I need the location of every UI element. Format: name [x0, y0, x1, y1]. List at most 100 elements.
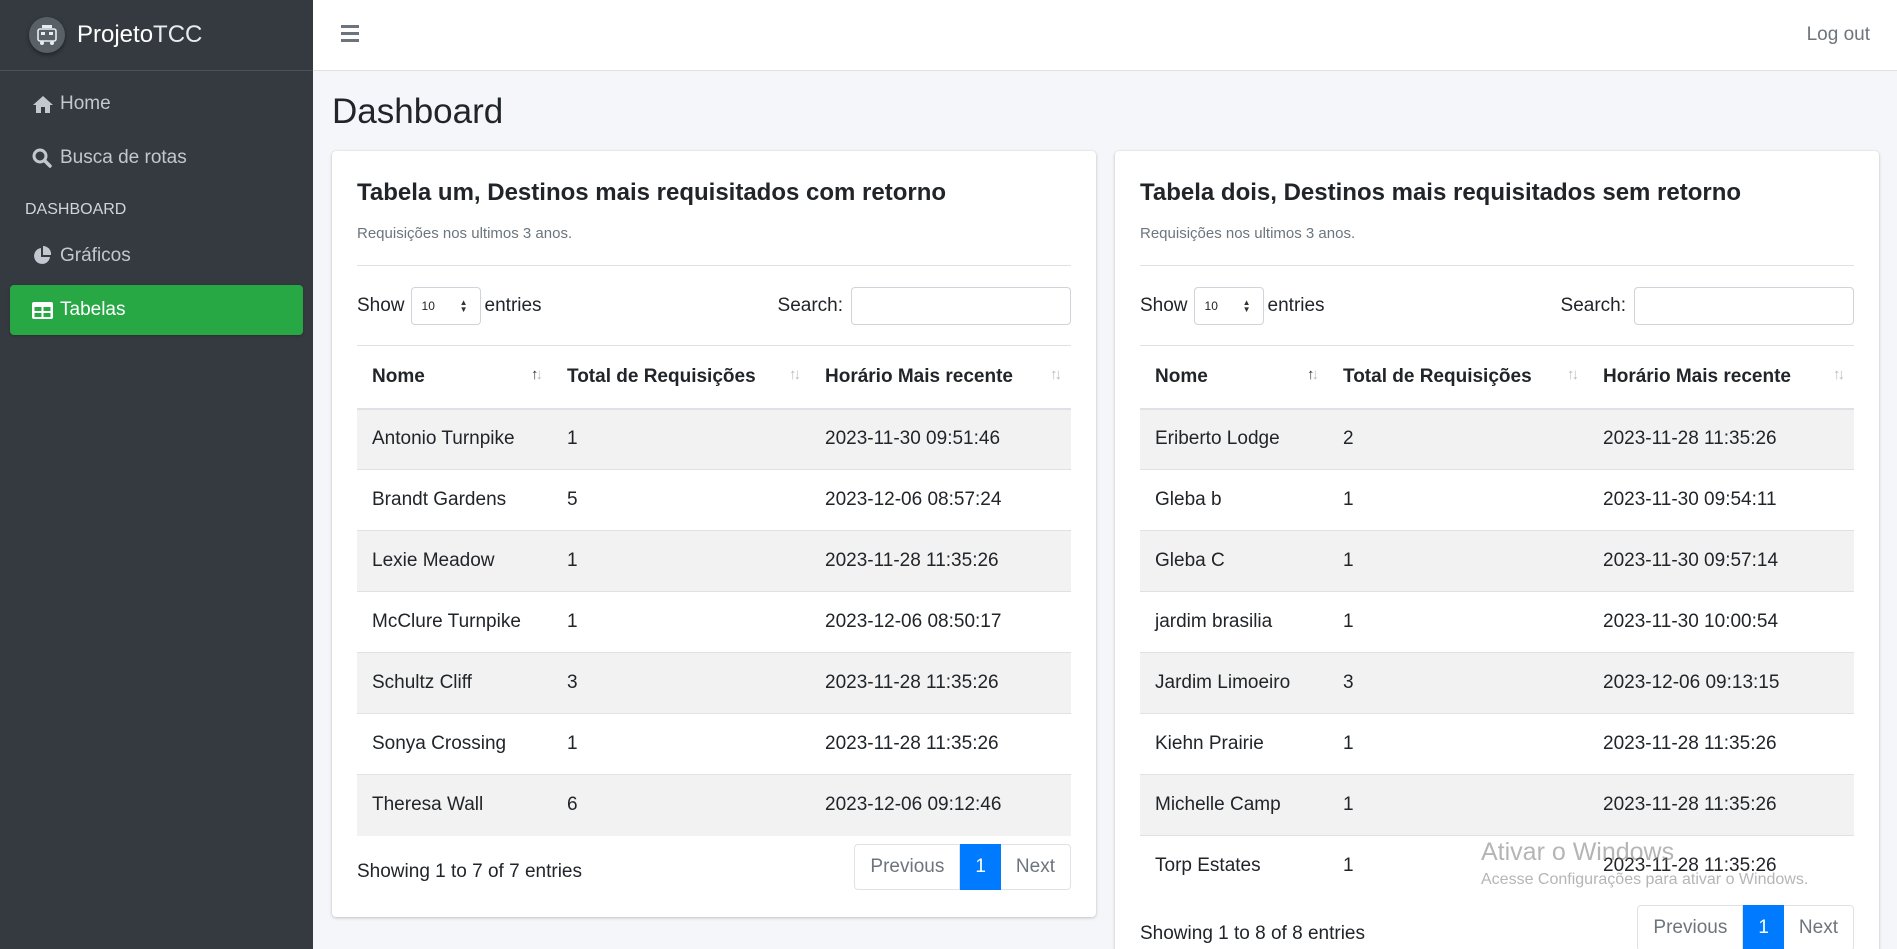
- table-row: Schultz Cliff 3 2023-11-28 11:35:26: [357, 652, 1071, 714]
- sidebar-item-home[interactable]: Home: [10, 79, 303, 129]
- cell-total: 1: [1328, 774, 1588, 836]
- cell-total: 1: [1328, 530, 1588, 592]
- table-header-row: Nome ↑↓ Total de Requisições ↑↓ Horário Ma…: [357, 345, 1071, 410]
- table-info: Showing 1 to 8 of 8 entries: [1140, 923, 1365, 944]
- search-label: Search:: [1560, 295, 1626, 316]
- table-row: Jardim Limoeiro 3 2023-12-06 09:13:15: [1140, 652, 1854, 714]
- entries-select[interactable]: 10 ▲ ▼: [1193, 287, 1264, 325]
- table-card-2: Tabela dois, Destinos mais requisitados …: [1115, 151, 1879, 949]
- brand-name-bold: Projeto: [77, 21, 154, 48]
- table-row: Antonio Turnpike 1 2023-11-30 09:51:46: [357, 408, 1071, 470]
- search-control: Search:: [1561, 287, 1854, 325]
- cell-horario: 2023-11-28 11:35:26: [810, 652, 1071, 714]
- search-input[interactable]: [851, 287, 1071, 325]
- cell-nome: Jardim Limoeiro: [1140, 652, 1328, 714]
- cell-horario: 2023-11-28 11:35:26: [1588, 713, 1854, 775]
- cell-horario: 2023-11-28 11:35:26: [1588, 408, 1854, 470]
- cell-nome: Theresa Wall: [357, 774, 552, 836]
- cell-nome: Gleba C: [1140, 530, 1328, 592]
- sidebar: ProjetoTCC Home Busca de rotas DASHBOARD…: [0, 0, 313, 949]
- search-icon: [32, 147, 56, 169]
- previous-button[interactable]: Previous: [854, 844, 961, 890]
- cell-total: 1: [552, 408, 810, 470]
- select-arrows-icon: ▲ ▼: [1242, 298, 1251, 314]
- column-header-horario[interactable]: Horário Mais recente ↑↓: [1588, 345, 1854, 410]
- cell-total: 1: [1328, 835, 1588, 897]
- cell-total: 1: [1328, 469, 1588, 531]
- cell-nome: Kiehn Prairie: [1140, 713, 1328, 775]
- column-header-total[interactable]: Total de Requisições ↑↓: [1328, 345, 1588, 410]
- next-button[interactable]: Next: [1000, 844, 1071, 890]
- cell-nome: McClure Turnpike: [357, 591, 552, 653]
- search-control: Search:: [778, 287, 1071, 325]
- logout-link[interactable]: Log out: [1807, 24, 1870, 46]
- sidebar-item-graficos[interactable]: Gráficos: [10, 231, 303, 281]
- table-row: Brandt Gardens 5 2023-12-06 08:57:24: [357, 469, 1071, 531]
- card-title: Tabela um, Destinos mais requisitados co…: [357, 179, 947, 206]
- entries-select[interactable]: 10 ▲ ▼: [410, 287, 481, 325]
- sidebar-item-tabelas[interactable]: Tabelas: [10, 285, 303, 335]
- table-row: Lexie Meadow 1 2023-11-28 11:35:26: [357, 530, 1071, 592]
- select-arrows-icon: ▲ ▼: [459, 298, 468, 314]
- column-header-nome[interactable]: Nome ↑↓: [1140, 345, 1328, 410]
- cell-horario: 2023-11-30 09:54:11: [1588, 469, 1854, 531]
- brand[interactable]: ProjetoTCC: [0, 0, 313, 71]
- table-card-1: Tabela um, Destinos mais requisitados co…: [332, 151, 1096, 917]
- cell-horario: 2023-12-06 08:50:17: [810, 591, 1071, 653]
- search-input[interactable]: [1634, 287, 1854, 325]
- sort-icon: ↑↓: [1833, 366, 1845, 383]
- cell-nome: Brandt Gardens: [357, 469, 552, 531]
- cell-total: 2: [1328, 408, 1588, 470]
- cell-horario: 2023-11-28 11:35:26: [810, 530, 1071, 592]
- pagination: Previous 1 Next: [854, 844, 1071, 890]
- cell-nome: Gleba b: [1140, 469, 1328, 531]
- cell-total: 5: [552, 469, 810, 531]
- sidebar-item-label: Gráficos: [60, 245, 131, 266]
- column-header-horario[interactable]: Horário Mais recente ↑↓: [810, 345, 1071, 410]
- table-icon: [32, 299, 56, 321]
- cell-horario: 2023-12-06 09:12:46: [810, 774, 1071, 836]
- sidebar-item-label: Tabelas: [60, 299, 126, 320]
- entries-select-value: 10: [1204, 299, 1218, 313]
- column-header-total[interactable]: Total de Requisições ↑↓: [552, 345, 810, 410]
- cell-nome: Torp Estates: [1140, 835, 1328, 897]
- search-label: Search:: [777, 295, 843, 316]
- cell-nome: Sonya Crossing: [357, 713, 552, 775]
- sidebar-item-label: Busca de rotas: [60, 147, 187, 168]
- cell-total: 1: [552, 591, 810, 653]
- previous-button[interactable]: Previous: [1637, 905, 1744, 949]
- sidebar-item-busca-de-rotas[interactable]: Busca de rotas: [10, 133, 303, 183]
- table-row: McClure Turnpike 1 2023-12-06 08:50:17: [357, 591, 1071, 653]
- table-body: Eriberto Lodge 2 2023-11-28 11:35:26 Gleba …: [1140, 408, 1854, 897]
- data-table: Nome ↑↓ Total de Requisições ↑↓ Horário Ma…: [1140, 345, 1854, 897]
- menu-toggle-icon[interactable]: [341, 25, 359, 45]
- data-table: Nome ↑↓ Total de Requisições ↑↓ Horário Ma…: [357, 345, 1071, 836]
- column-header-label: Total de Requisições: [1343, 365, 1532, 387]
- cell-total: 3: [552, 652, 810, 714]
- divider: [357, 265, 1071, 266]
- page-1-button[interactable]: 1: [1743, 905, 1784, 949]
- cell-nome: Lexie Meadow: [357, 530, 552, 592]
- page-1-button[interactable]: 1: [960, 844, 1001, 890]
- cell-nome: Michelle Camp: [1140, 774, 1328, 836]
- column-header-nome[interactable]: Nome ↑↓: [357, 345, 552, 410]
- sort-icon: ↑↓: [1050, 366, 1062, 383]
- table-body: Antonio Turnpike 1 2023-11-30 09:51:46 Bran…: [357, 408, 1071, 836]
- sort-asc-icon: ↑↓: [531, 366, 543, 383]
- cell-nome: Eriberto Lodge: [1140, 408, 1328, 470]
- sort-icon: ↑↓: [789, 366, 801, 383]
- brand-name-light: TCC: [153, 21, 203, 48]
- card-subtitle: Requisições nos ultimos 3 anos.: [357, 225, 573, 242]
- card-subtitle: Requisições nos ultimos 3 anos.: [1140, 225, 1356, 242]
- table-row: Kiehn Prairie 1 2023-11-28 11:35:26: [1140, 713, 1854, 775]
- topbar: Log out: [313, 0, 1897, 71]
- entries-label: entries: [1267, 295, 1325, 316]
- entries-label: entries: [484, 295, 542, 316]
- cell-total: 3: [1328, 652, 1588, 714]
- next-button[interactable]: Next: [1783, 905, 1854, 949]
- divider: [1140, 265, 1854, 266]
- brand-logo-icon: [29, 17, 65, 53]
- column-header-label: Horário Mais recente: [825, 365, 1013, 387]
- show-label: Show: [357, 295, 405, 316]
- table-row: Gleba b 1 2023-11-30 09:54:11: [1140, 469, 1854, 531]
